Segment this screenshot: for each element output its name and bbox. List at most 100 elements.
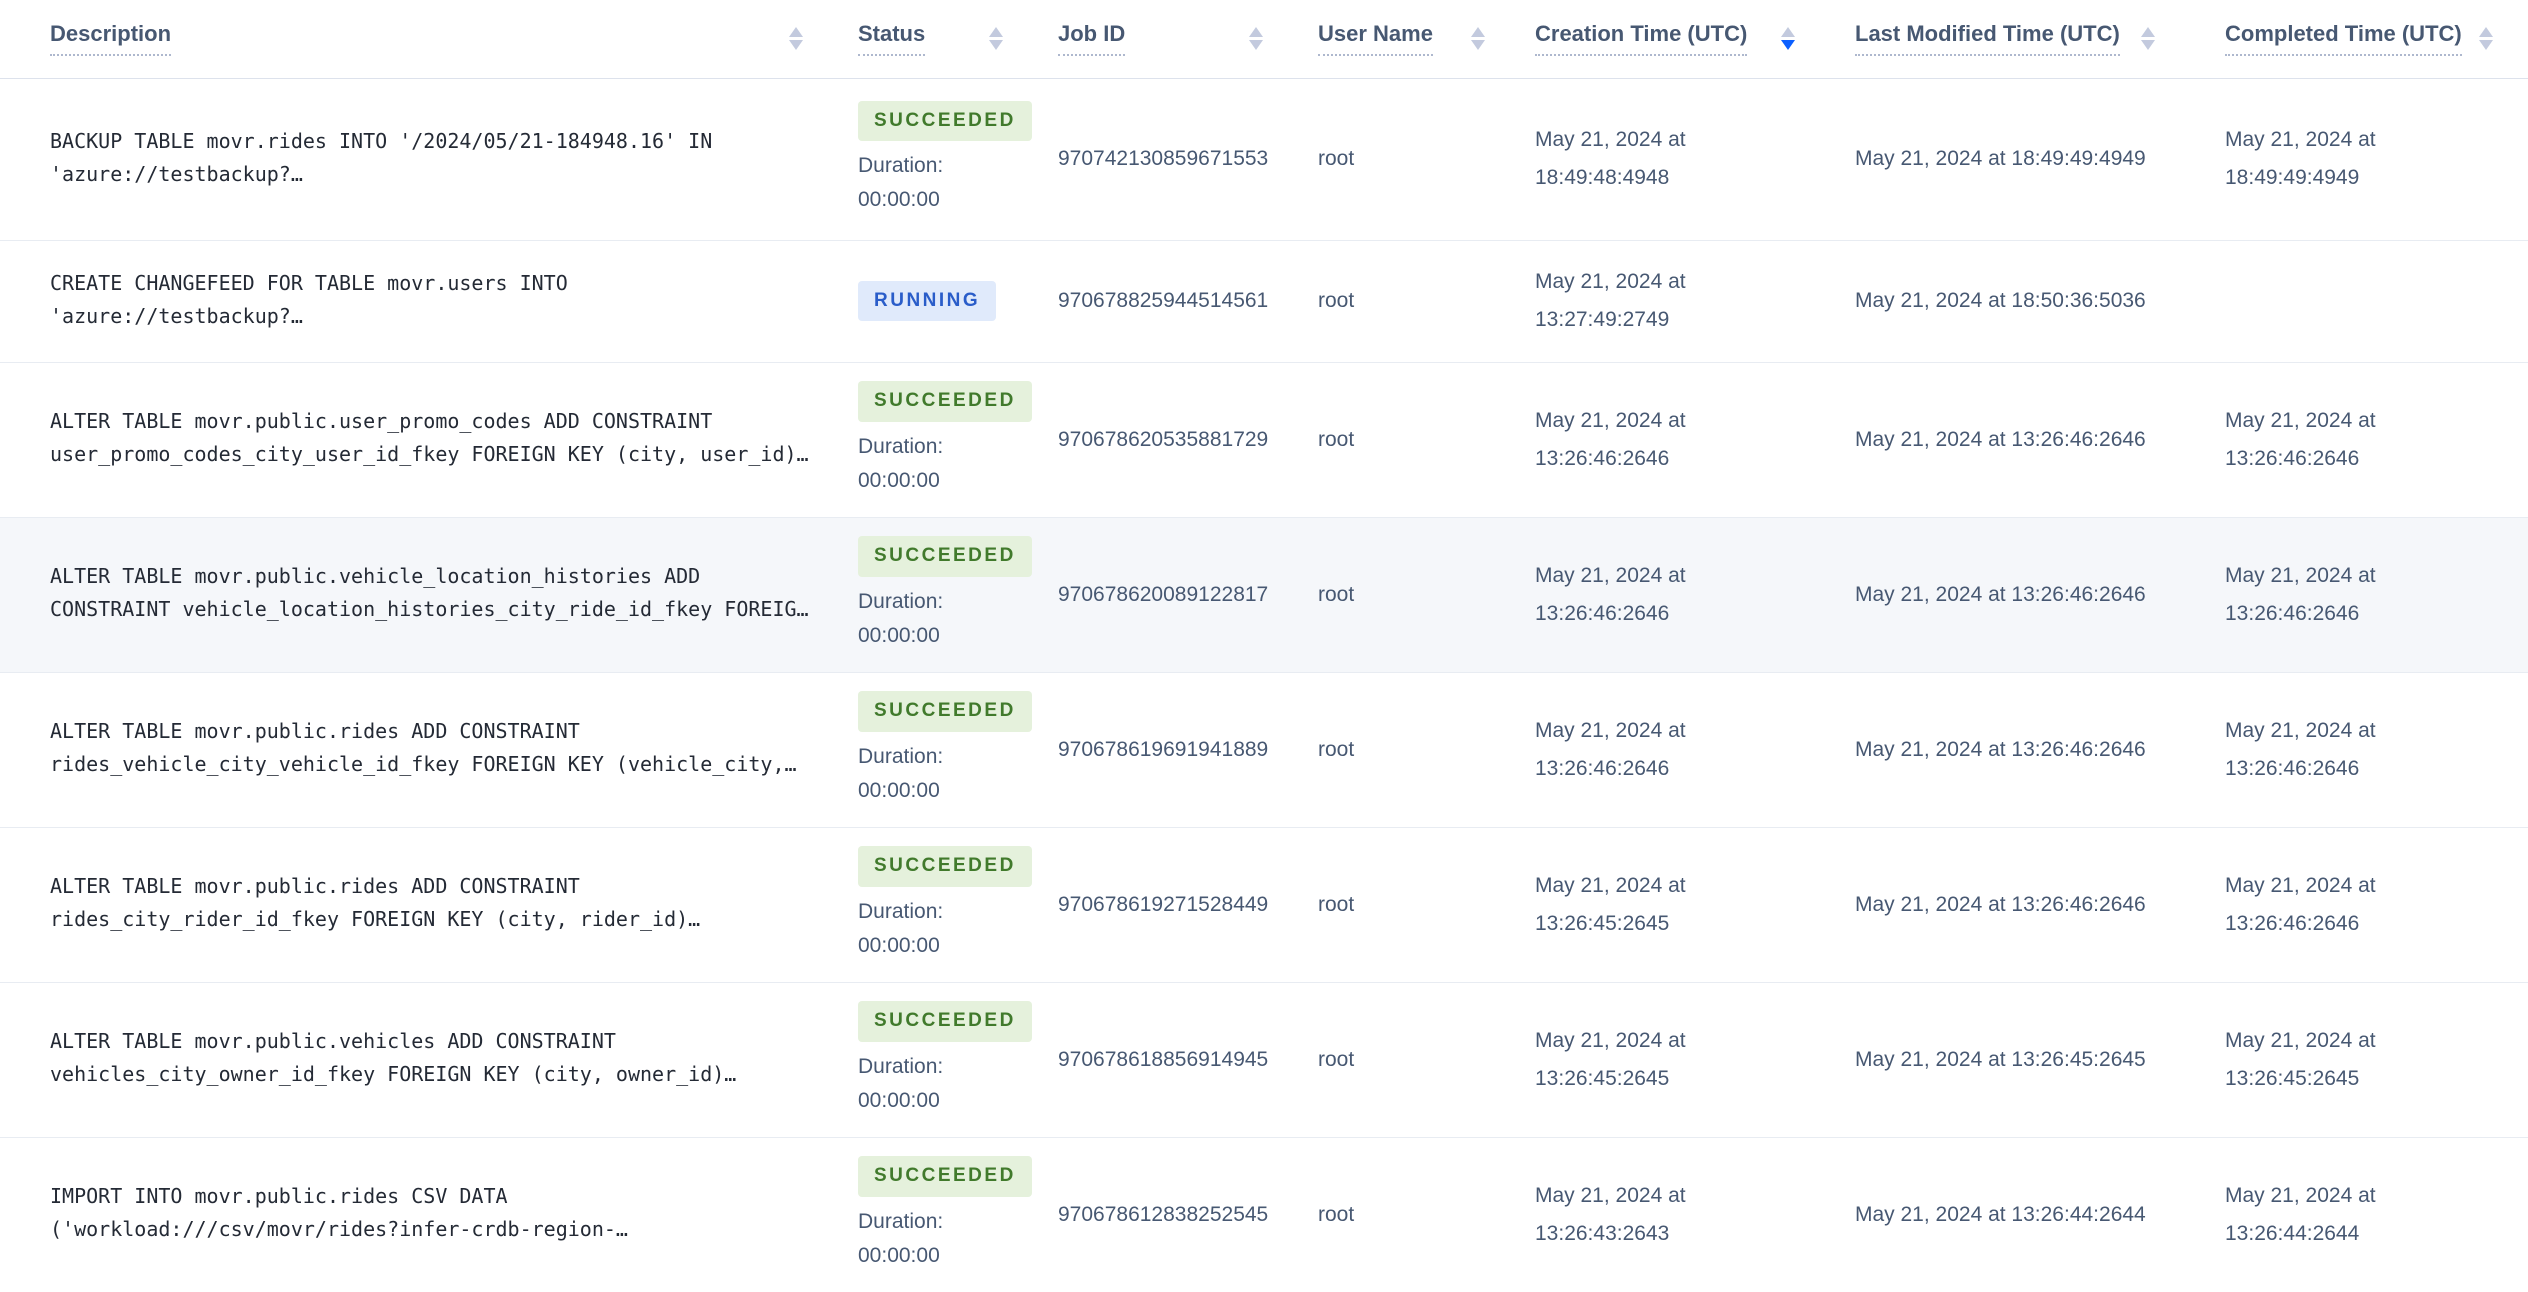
user-name: root xyxy=(1318,1202,1355,1226)
job-description[interactable]: ALTER TABLE movr.public.user_promo_codes… xyxy=(50,405,822,471)
sort-desc-icon xyxy=(789,40,803,51)
sort-icon[interactable] xyxy=(989,27,1003,51)
creation-time: May 21, 2024 at 13:27:49:2749 xyxy=(1535,270,1686,331)
user-name: root xyxy=(1318,147,1355,170)
user-name: root xyxy=(1318,427,1355,451)
creation-time: May 21, 2024 at 18:49:48:4948 xyxy=(1535,128,1686,189)
table-row: IMPORT INTO movr.public.rides CSV DATA (… xyxy=(0,1137,2528,1292)
last-modified-time: May 21, 2024 at 18:50:36:5036 xyxy=(1855,289,2146,312)
creation-time: May 21, 2024 at 13:26:43:2643 xyxy=(1535,1183,1686,1245)
sort-asc-icon xyxy=(1471,27,1485,38)
creation-time: May 21, 2024 at 13:26:45:2645 xyxy=(1535,1028,1686,1090)
sort-icon[interactable] xyxy=(2479,27,2493,51)
duration-text: Duration: 00:00:00 xyxy=(858,154,944,212)
user-name: root xyxy=(1318,582,1355,606)
sort-asc-icon xyxy=(1781,27,1795,38)
column-header-user-name[interactable]: User Name xyxy=(1318,0,1535,78)
table-row: ALTER TABLE movr.public.user_promo_codes… xyxy=(0,362,2528,517)
duration-text: Duration: 00:00:00 xyxy=(858,434,944,492)
user-name: root xyxy=(1318,1047,1355,1071)
creation-time: May 21, 2024 at 13:26:46:2646 xyxy=(1535,718,1686,780)
table-row: BACKUP TABLE movr.rides INTO '/2024/05/2… xyxy=(0,78,2528,240)
sort-asc-icon xyxy=(2141,27,2155,38)
completed-time: May 21, 2024 at 13:26:44:2644 xyxy=(2225,1183,2376,1245)
last-modified-time: May 21, 2024 at 13:26:46:2646 xyxy=(1855,737,2146,761)
jobs-table: Description Status Job ID User Name Crea… xyxy=(0,0,2528,1292)
completed-time: May 21, 2024 at 13:26:46:2646 xyxy=(2225,718,2376,780)
table-row: ALTER TABLE movr.public.vehicles ADD CON… xyxy=(0,982,2528,1137)
sort-desc-icon xyxy=(1471,40,1485,51)
status-badge: SUCCEEDED xyxy=(858,100,1032,142)
last-modified-time: May 21, 2024 at 13:26:46:2646 xyxy=(1855,582,2146,606)
job-id: 970678620089122817 xyxy=(1058,582,1269,606)
creation-time: May 21, 2024 at 13:26:45:2645 xyxy=(1535,873,1686,935)
user-name: root xyxy=(1318,289,1355,312)
duration-text: Duration: 00:00:00 xyxy=(858,1054,944,1112)
sort-icon[interactable] xyxy=(1471,27,1485,51)
completed-time: May 21, 2024 at 13:26:46:2646 xyxy=(2225,563,2376,625)
sort-icon[interactable] xyxy=(1781,27,1795,51)
last-modified-time: May 21, 2024 at 13:26:46:2646 xyxy=(1855,427,2146,451)
last-modified-time: May 21, 2024 at 18:49:49:4949 xyxy=(1855,147,2146,170)
sort-desc-icon xyxy=(1249,40,1263,51)
user-name: root xyxy=(1318,892,1355,916)
sort-desc-icon xyxy=(989,40,1003,51)
column-header-description[interactable]: Description xyxy=(0,0,858,78)
job-description[interactable]: ALTER TABLE movr.public.rides ADD CONSTR… xyxy=(50,715,822,781)
job-description[interactable]: IMPORT INTO movr.public.rides CSV DATA (… xyxy=(50,1180,822,1246)
sort-asc-icon xyxy=(789,27,803,38)
column-header-label[interactable]: User Name xyxy=(1318,21,1433,57)
job-description[interactable]: ALTER TABLE movr.public.rides ADD CONSTR… xyxy=(50,870,822,936)
table-row: CREATE CHANGEFEED FOR TABLE movr.users I… xyxy=(0,240,2528,362)
status-badge: SUCCEEDED xyxy=(858,381,1032,422)
sort-icon[interactable] xyxy=(1249,27,1263,51)
column-header-label[interactable]: Job ID xyxy=(1058,21,1126,57)
status-badge: SUCCEEDED xyxy=(858,1001,1032,1042)
column-header-label[interactable]: Description xyxy=(50,21,172,57)
job-id: 970678620535881729 xyxy=(1058,427,1269,451)
sort-desc-icon xyxy=(2141,40,2155,51)
sort-icon[interactable] xyxy=(2141,27,2155,51)
column-header-label[interactable]: Status xyxy=(858,21,926,57)
status-badge: SUCCEEDED xyxy=(858,536,1032,577)
sort-desc-icon xyxy=(1781,40,1795,51)
job-id: 970678618856914945 xyxy=(1058,1047,1269,1071)
creation-time: May 21, 2024 at 13:26:46:2646 xyxy=(1535,563,1686,625)
duration-text: Duration: 00:00:00 xyxy=(858,744,944,802)
job-id: 970742130859671553 xyxy=(1058,147,1269,170)
column-header-label[interactable]: Last Modified Time (UTC) xyxy=(1855,21,2120,57)
job-description[interactable]: ALTER TABLE movr.public.vehicle_location… xyxy=(50,560,822,626)
job-id: 970678612838252545 xyxy=(1058,1202,1269,1226)
sort-asc-icon xyxy=(989,27,1003,38)
sort-asc-icon xyxy=(1249,27,1263,38)
completed-time: May 21, 2024 at 13:26:46:2646 xyxy=(2225,408,2376,470)
table-row: ALTER TABLE movr.public.rides ADD CONSTR… xyxy=(0,672,2528,827)
column-header-completed-time-utc[interactable]: Completed Time (UTC) xyxy=(2225,0,2528,78)
creation-time: May 21, 2024 at 13:26:46:2646 xyxy=(1535,408,1686,470)
column-header-last-modified-time-utc[interactable]: Last Modified Time (UTC) xyxy=(1855,0,2225,78)
column-header-status[interactable]: Status xyxy=(858,0,1058,78)
last-modified-time: May 21, 2024 at 13:26:45:2645 xyxy=(1855,1047,2146,1071)
job-description[interactable]: ALTER TABLE movr.public.vehicles ADD CON… xyxy=(50,1025,822,1091)
status-badge: RUNNING xyxy=(858,280,997,322)
column-header-job-id[interactable]: Job ID xyxy=(1058,0,1318,78)
status-badge: SUCCEEDED xyxy=(858,691,1032,732)
header-row: Description Status Job ID User Name Crea… xyxy=(0,0,2528,78)
completed-time: May 21, 2024 at 13:26:45:2645 xyxy=(2225,1028,2376,1090)
sort-asc-icon xyxy=(2479,27,2493,38)
table-row: ALTER TABLE movr.public.rides ADD CONSTR… xyxy=(0,827,2528,982)
user-name: root xyxy=(1318,737,1355,761)
column-header-creation-time-utc[interactable]: Creation Time (UTC) xyxy=(1535,0,1855,78)
job-id: 970678619691941889 xyxy=(1058,737,1269,761)
column-header-label[interactable]: Completed Time (UTC) xyxy=(2225,21,2462,57)
job-description[interactable]: BACKUP TABLE movr.rides INTO '/2024/05/2… xyxy=(50,125,822,191)
duration-text: Duration: 00:00:00 xyxy=(858,899,944,957)
table-body: BACKUP TABLE movr.rides INTO '/2024/05/2… xyxy=(0,78,2528,1292)
sort-icon[interactable] xyxy=(789,27,803,51)
table-row: ALTER TABLE movr.public.vehicle_location… xyxy=(0,517,2528,672)
sort-desc-icon xyxy=(2479,40,2493,51)
column-header-label[interactable]: Creation Time (UTC) xyxy=(1535,21,1748,57)
job-description[interactable]: CREATE CHANGEFEED FOR TABLE movr.users I… xyxy=(50,267,822,333)
duration-text: Duration: 00:00:00 xyxy=(858,589,944,647)
job-id: 970678619271528449 xyxy=(1058,892,1269,916)
